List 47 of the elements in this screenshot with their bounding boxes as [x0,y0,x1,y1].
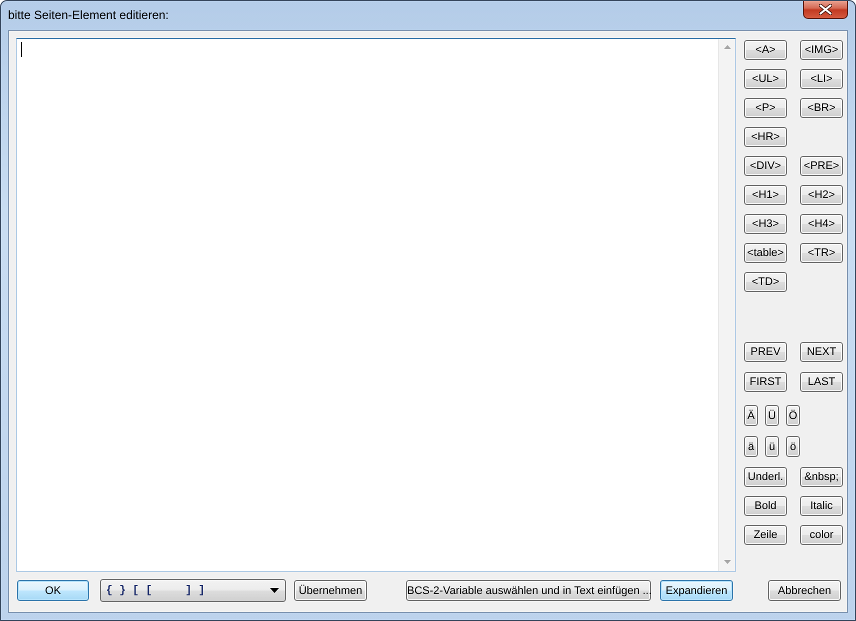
character-button[interactable]: Ä [744,405,758,426]
dialog-button[interactable]: Expandieren [660,580,733,601]
tag-button[interactable]: <P> [744,98,787,118]
text-caret [21,42,22,57]
close-icon [819,4,832,14]
character-button[interactable]: ä [744,436,758,457]
format-button[interactable]: Bold [744,496,787,516]
format-button[interactable]: Zeile [744,525,787,545]
tag-button[interactable]: <H4> [800,214,843,234]
character-button[interactable]: Ü [765,405,779,426]
navigation-button[interactable]: NEXT [800,342,843,362]
tag-button[interactable]: <PRE> [800,156,843,176]
tag-button[interactable]: <TR> [800,243,843,263]
tag-button[interactable]: <BR> [800,98,843,118]
text-editor[interactable] [16,38,736,572]
tag-button[interactable]: <H3> [744,214,787,234]
character-button[interactable]: ü [765,436,779,457]
character-button[interactable]: ö [786,436,800,457]
navigation-button[interactable]: FIRST [744,372,787,392]
scroll-up-arrow-icon[interactable] [724,45,730,49]
navigation-button[interactable]: PREV [744,342,787,362]
format-button[interactable]: Italic [800,496,843,516]
vertical-scrollbar[interactable] [718,39,735,571]
tag-button[interactable]: <IMG> [800,40,843,60]
dialog-button[interactable]: BCS-2-Variable auswählen und in Text einfügen ... [406,580,651,601]
format-button[interactable]: Underl. [744,467,787,487]
dialog-button[interactable]: OK [17,580,89,601]
tag-button[interactable]: <HR> [744,127,787,147]
close-button[interactable] [803,1,848,19]
tag-button[interactable]: <TD> [744,272,787,292]
tag-button[interactable]: <DIV> [744,156,787,176]
tag-button[interactable]: <table> [744,243,787,263]
dialog-button[interactable]: Abbrechen [768,580,841,601]
variable-dropdown[interactable]: { } [ [ ] ] [100,579,286,602]
caret-icon [270,588,279,593]
scroll-down-arrow-icon[interactable] [724,560,730,564]
tag-button[interactable]: <UL> [744,69,787,89]
character-button[interactable]: Ö [786,405,800,426]
tag-button[interactable]: <H1> [744,185,787,205]
tag-button[interactable]: <A> [744,40,787,60]
window-title: bitte Seiten-Element editieren: [8,8,169,22]
format-button[interactable]: color [800,525,843,545]
dialog-button[interactable]: Übernehmen [294,580,367,601]
tag-button[interactable]: <H2> [800,185,843,205]
tag-button[interactable]: <LI> [800,69,843,89]
format-button[interactable]: &nbsp; [800,467,843,487]
navigation-button[interactable]: LAST [800,372,843,392]
